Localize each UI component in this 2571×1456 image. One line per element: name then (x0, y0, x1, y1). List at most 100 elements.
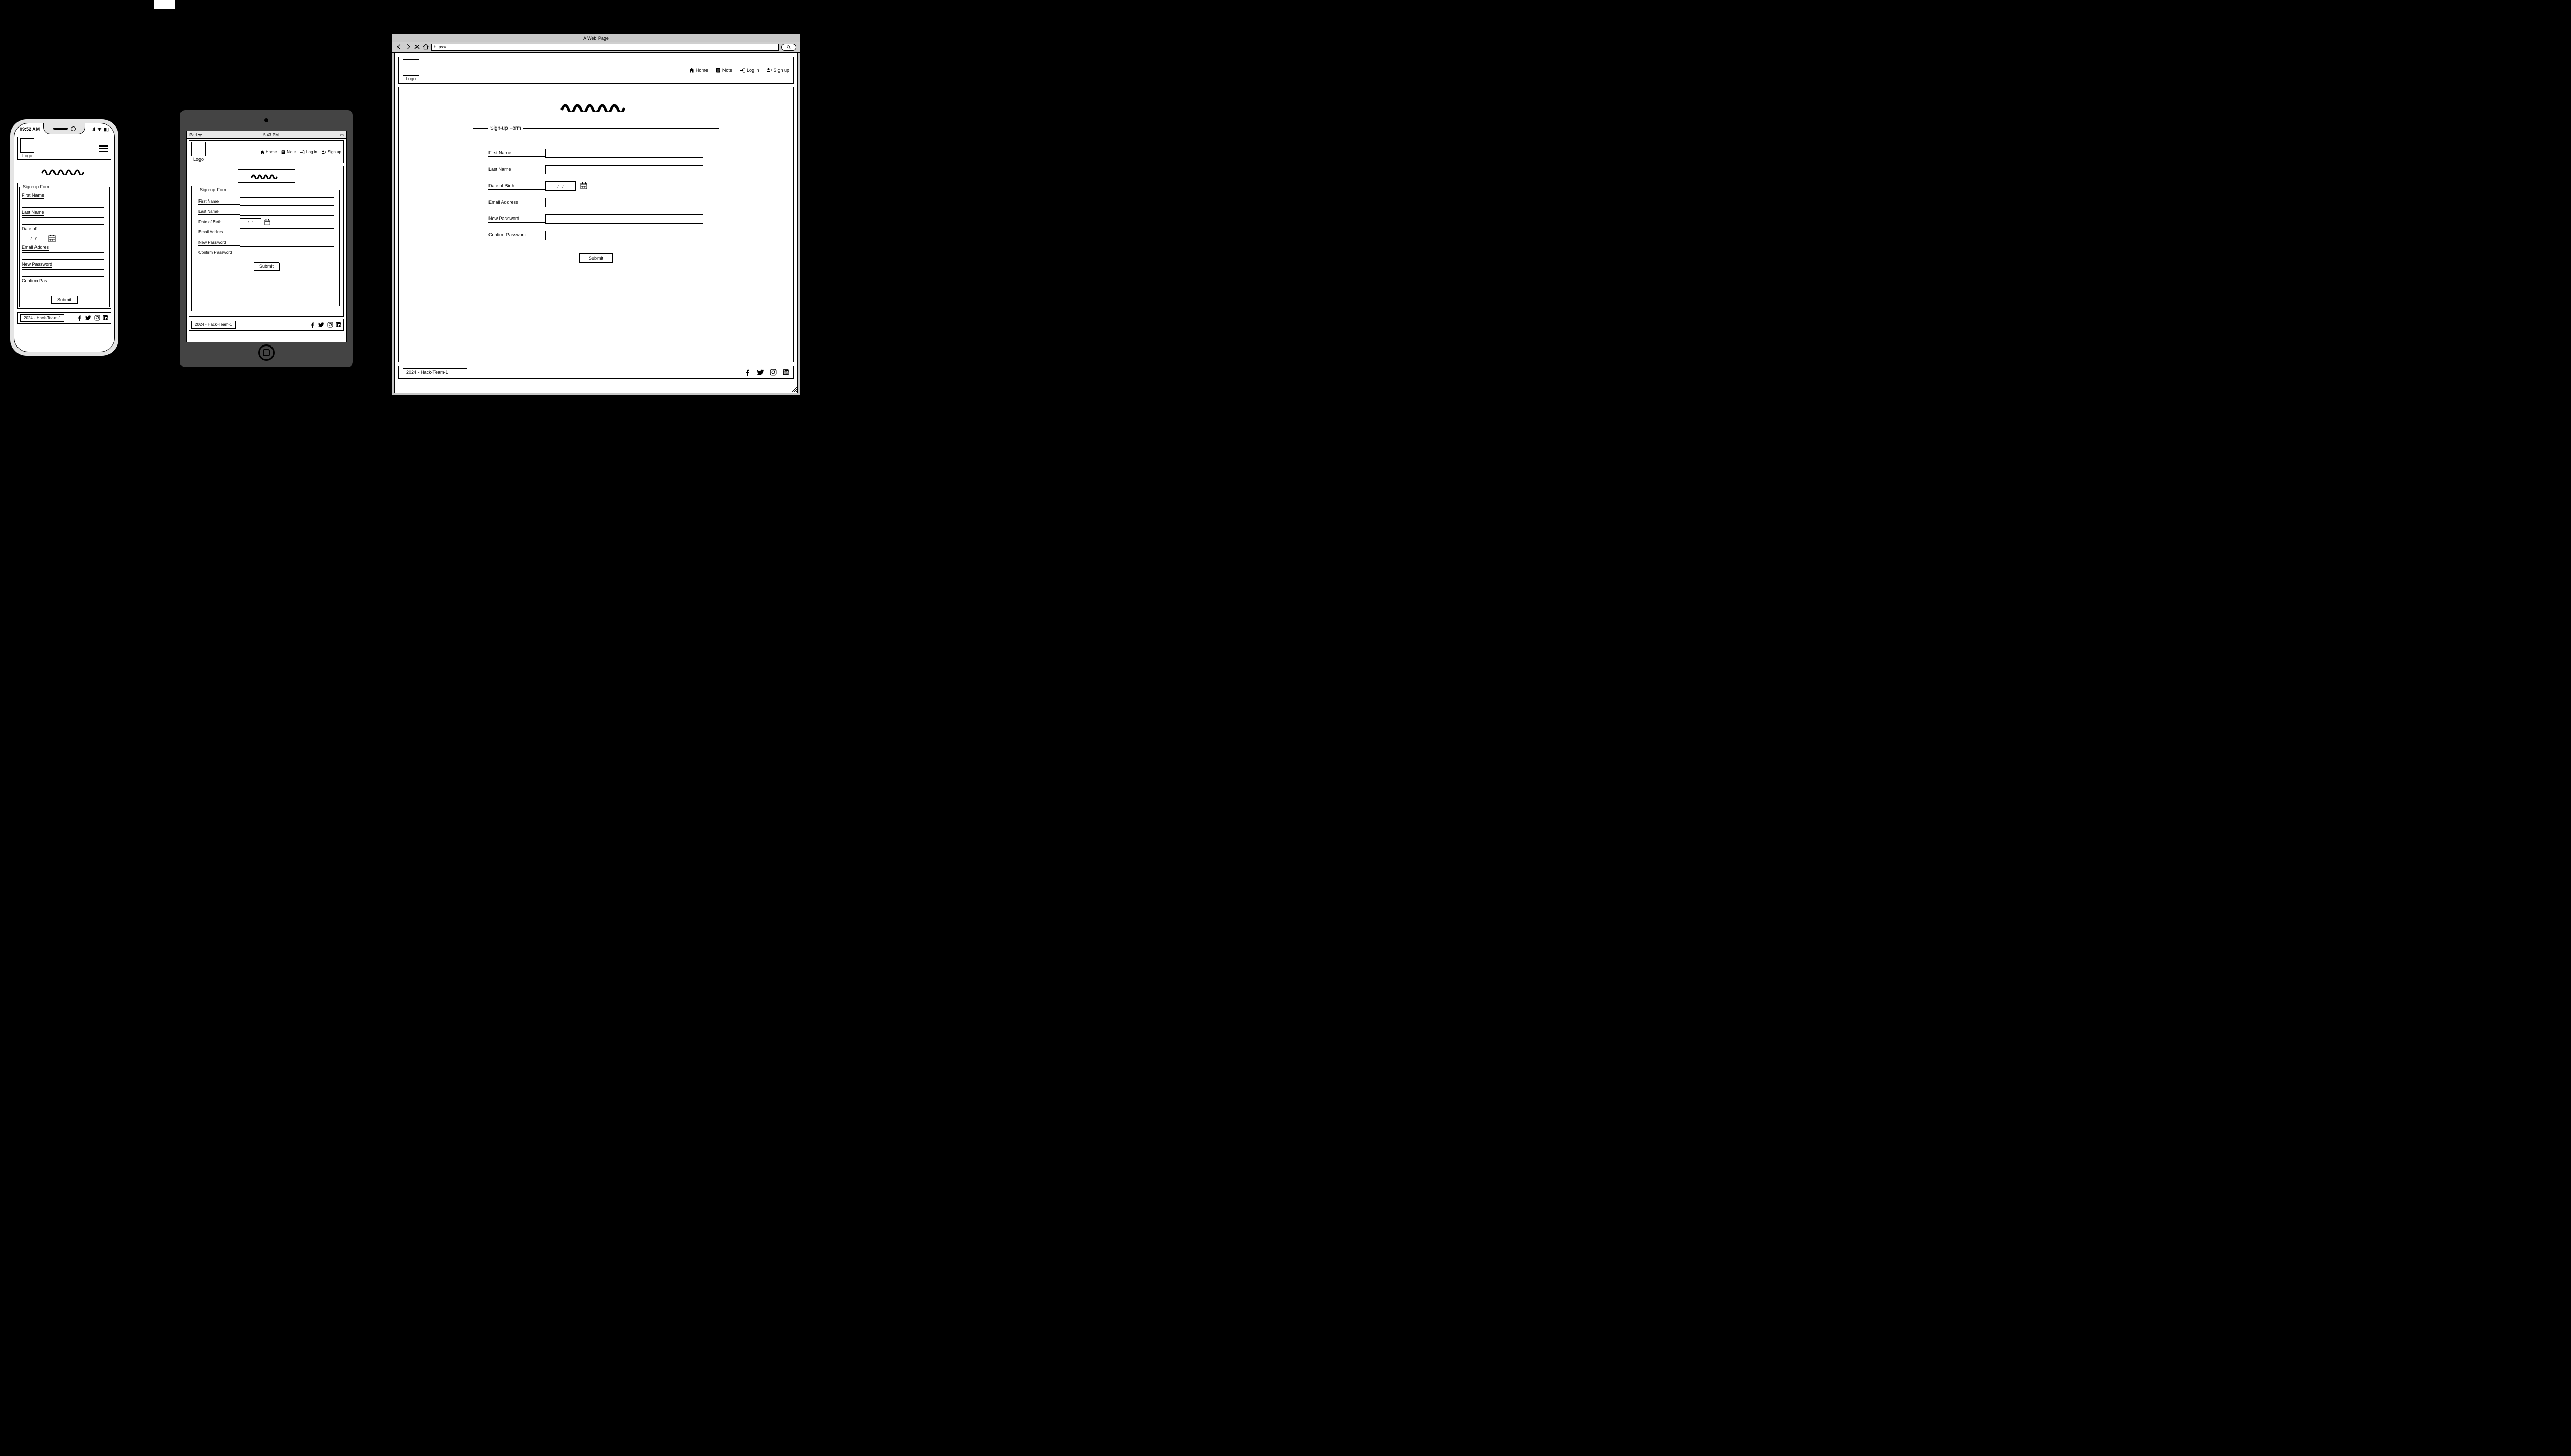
new-password-input[interactable] (22, 269, 104, 277)
first-name-label: First Name (22, 193, 44, 199)
new-password-input[interactable] (240, 239, 334, 247)
calendar-icon[interactable] (580, 182, 587, 191)
battery-icon: ▮▯ (104, 126, 109, 132)
logo-label: Logo (406, 76, 416, 81)
hamburger-menu-icon[interactable] (99, 145, 108, 152)
login-icon (739, 67, 746, 74)
confirm-password-input[interactable] (22, 286, 104, 293)
tablet-body: Sign-up Form First Name Last Name Date o… (189, 166, 344, 317)
nav-note-label: Note (287, 150, 296, 154)
new-password-input[interactable] (545, 214, 703, 224)
dob-input[interactable] (22, 234, 45, 243)
dob-input[interactable] (240, 218, 261, 226)
nav-signup[interactable]: Sign up (321, 150, 341, 155)
logo[interactable]: Logo (191, 142, 206, 162)
first-name-input[interactable] (545, 149, 703, 158)
scribble-placeholder-icon (41, 167, 87, 176)
tablet-status-bar: iPad ᯤ 5:43 PM ▭ (187, 131, 346, 139)
wifi-icon: ᯤ (97, 126, 101, 132)
browser-title: A Web Page (392, 34, 800, 42)
dob-label: Date of Birth (198, 220, 240, 225)
phone-device-frame: 09:52 AM .ıl ᯤ ▮▯ Logo (9, 118, 119, 357)
twitter-icon[interactable] (85, 315, 92, 321)
tablet-header: Logo Home Note Log in (189, 140, 344, 163)
nav-note-label: Note (722, 68, 732, 73)
signup-form: Sign-up Form First Name Last Name Date o… (193, 187, 340, 306)
nav-home[interactable]: Home (689, 67, 708, 74)
search-button[interactable] (781, 44, 796, 51)
submit-button[interactable]: Submit (254, 262, 279, 270)
facebook-icon[interactable] (744, 369, 751, 376)
desktop-body: Sign-up Form First Name Last Name Date o… (398, 87, 794, 362)
confirm-password-label: Confirm Password (198, 250, 240, 256)
logo[interactable]: Logo (20, 138, 34, 158)
email-input[interactable] (240, 228, 334, 236)
instagram-icon[interactable] (327, 322, 333, 328)
tablet-home-button[interactable] (258, 344, 275, 361)
last-name-input[interactable] (240, 208, 334, 216)
home-browser-icon[interactable] (422, 43, 429, 52)
copyright-text: 2024 - Hack-Team-1 (20, 314, 64, 322)
url-bar[interactable]: https:// (431, 44, 779, 51)
user-plus-icon (766, 67, 772, 74)
nav-signup[interactable]: Sign up (766, 67, 789, 74)
submit-button[interactable]: Submit (51, 296, 77, 304)
phone-footer: 2024 - Hack-Team-1 (17, 312, 111, 324)
new-password-label: New Password (488, 216, 545, 223)
phone-status-icons: .ıl ᯤ ▮▯ (90, 125, 109, 132)
email-input[interactable] (22, 252, 104, 260)
forward-icon[interactable] (405, 43, 412, 52)
phone-time: 09:52 AM (20, 126, 40, 132)
nav-login[interactable]: Log in (300, 150, 317, 155)
instagram-icon[interactable] (770, 369, 777, 376)
form-legend: Sign-up Form (198, 187, 229, 192)
note-icon (715, 67, 721, 74)
email-input[interactable] (545, 198, 703, 207)
last-name-input[interactable] (22, 217, 104, 225)
phone-form-container: Sign-up Form First Name Last Name Date o… (17, 183, 111, 309)
submit-button[interactable]: Submit (579, 253, 613, 263)
note-icon (281, 150, 286, 155)
first-name-label: First Name (198, 199, 240, 205)
resize-grip-icon[interactable] (791, 386, 799, 394)
logo-placeholder-icon (20, 138, 34, 153)
facebook-icon[interactable] (77, 315, 83, 321)
last-name-input[interactable] (545, 165, 703, 174)
scribble-placeholder-icon (251, 172, 282, 179)
first-name-input[interactable] (22, 201, 104, 208)
home-icon (260, 150, 265, 155)
dob-input[interactable] (545, 181, 576, 191)
tablet-battery-icon: ▭ (340, 133, 344, 137)
floating-tab (154, 0, 175, 9)
calendar-icon[interactable] (48, 235, 56, 242)
nav-note[interactable]: Note (281, 150, 296, 155)
linkedin-icon[interactable] (782, 369, 789, 376)
facebook-icon[interactable] (310, 322, 316, 328)
social-links (744, 369, 789, 376)
tablet-footer: 2024 - Hack-Team-1 (189, 319, 344, 331)
twitter-icon[interactable] (318, 322, 325, 328)
back-icon[interactable] (395, 43, 403, 52)
first-name-input[interactable] (240, 197, 334, 206)
calendar-icon[interactable] (264, 219, 270, 225)
instagram-icon[interactable] (94, 315, 100, 321)
confirm-password-input[interactable] (240, 249, 334, 257)
logo-placeholder-icon (191, 142, 206, 156)
desktop-header: Logo Home Note Log in (398, 57, 794, 84)
new-password-label: New Password (22, 262, 52, 268)
nav-login[interactable]: Log in (739, 67, 759, 74)
close-icon[interactable] (414, 44, 420, 51)
phone-screen: 09:52 AM .ıl ᯤ ▮▯ Logo (14, 123, 115, 352)
logo[interactable]: Logo (403, 59, 419, 81)
nav-home[interactable]: Home (260, 150, 277, 155)
twitter-icon[interactable] (756, 369, 765, 376)
linkedin-icon[interactable] (102, 315, 108, 321)
home-icon (689, 67, 695, 74)
phone-status-bar: 09:52 AM .ıl ᯤ ▮▯ (20, 125, 109, 132)
new-password-label: New Password (198, 240, 240, 246)
hero-banner (521, 94, 671, 118)
confirm-password-input[interactable] (545, 231, 703, 240)
nav-note[interactable]: Note (715, 67, 732, 74)
linkedin-icon[interactable] (335, 322, 341, 328)
form-legend: Sign-up Form (22, 184, 52, 189)
